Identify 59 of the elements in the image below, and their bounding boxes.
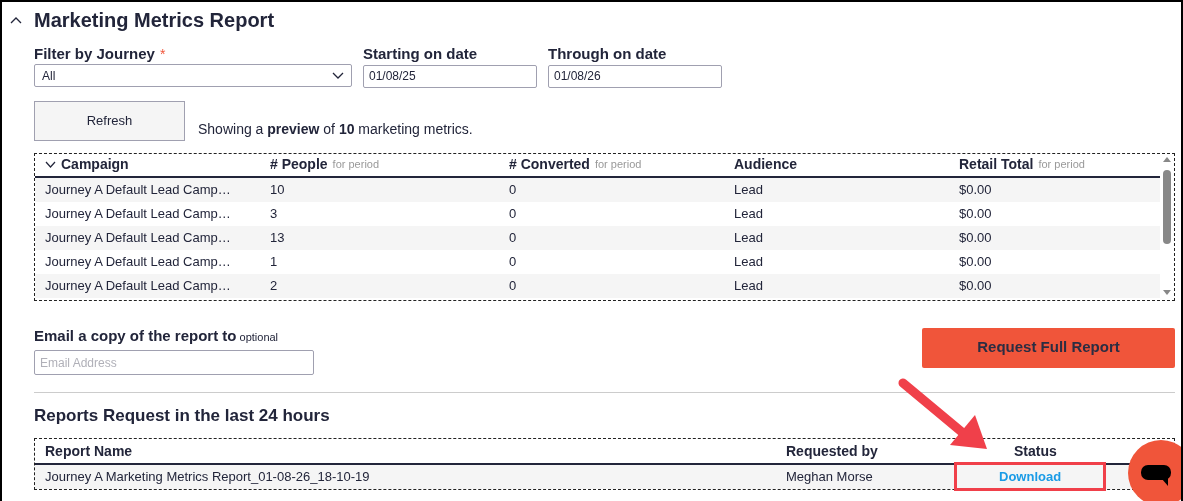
- column-header[interactable]: Campaign: [61, 154, 129, 175]
- column-header[interactable]: # People: [270, 154, 328, 175]
- column-header: Report Name: [45, 442, 133, 459]
- date-field[interactable]: 01/08/25: [363, 64, 537, 88]
- refresh-button[interactable]: Refresh: [34, 100, 185, 141]
- table-cell-text: $0.00: [958, 204, 993, 223]
- field-label: Through on date: [548, 44, 667, 63]
- table-cell-text: Journey A Marketing Metrics Report_01-08-26_18-10-19: [44, 467, 371, 486]
- preview-summary: Showing a preview of 10 marketing metrics.: [198, 119, 473, 139]
- section-title: Marketing Metrics Report: [34, 10, 275, 30]
- table-cell-text: Journey A Default Lead Camp…: [44, 180, 232, 199]
- table-cell-text: Lead: [733, 204, 764, 223]
- table-cell-text: 2: [269, 276, 279, 295]
- scroll-up-icon[interactable]: [1163, 156, 1171, 162]
- chevron-down-icon: [332, 72, 344, 79]
- scrollbar-thumb[interactable]: [1163, 169, 1171, 244]
- table-cell-text: 13: [269, 228, 286, 247]
- table-cell-text: $0.00: [958, 180, 993, 199]
- sort-chevron-icon[interactable]: [45, 161, 56, 168]
- scroll-down-icon[interactable]: [1163, 289, 1171, 295]
- table-cell-text: Lead: [733, 252, 764, 271]
- email-field[interactable]: Email Address: [34, 350, 314, 375]
- column-header: Status: [1014, 442, 1057, 459]
- column-hint: for period: [1038, 157, 1085, 173]
- table-cell-text: Journey A Default Lead Camp…: [44, 252, 232, 271]
- table-cell-text: Lead: [733, 276, 764, 295]
- table-cell-text: Journey A Default Lead Camp…: [44, 204, 232, 223]
- required-marker: *: [159, 45, 166, 63]
- table-cell-text: Lead: [733, 228, 764, 247]
- date-field[interactable]: 01/08/26: [548, 64, 722, 88]
- table-cell-text: 0: [508, 228, 518, 247]
- table-cell-text: 1: [269, 252, 279, 271]
- request-full-report-button[interactable]: Request Full Report: [922, 327, 1175, 368]
- table-cell-text: 0: [508, 276, 518, 295]
- field-label: Filter by Journey: [34, 44, 155, 63]
- column-header: Requested by: [786, 442, 878, 459]
- journey-dropdown[interactable]: All: [34, 64, 352, 87]
- table-cell-text: 0: [508, 180, 518, 199]
- table-cell-text: $0.00: [958, 252, 993, 271]
- field-hint: optional: [239, 329, 279, 345]
- field-label: Email a copy of the report to: [34, 325, 237, 346]
- table-cell-text: $0.00: [958, 228, 993, 247]
- collapse-icon[interactable]: [10, 16, 22, 24]
- column-hint: for period: [594, 157, 642, 173]
- table-cell-text: 10: [269, 180, 286, 199]
- table-cell-text: $0.00: [958, 276, 993, 295]
- section-heading: Reports Request in the last 24 hours: [33, 405, 331, 427]
- table-cell-text: Lead: [733, 180, 764, 199]
- column-header[interactable]: Audience: [734, 154, 797, 175]
- table-cell-text: Journey A Default Lead Camp…: [44, 228, 232, 247]
- field-label: Starting on date: [363, 44, 478, 63]
- table-cell-text: 3: [269, 204, 279, 223]
- column-hint: for period: [332, 157, 380, 173]
- chat-bubble-button[interactable]: [1128, 440, 1181, 501]
- column-header[interactable]: # Converted: [509, 154, 590, 175]
- table-cell-text: 0: [508, 252, 518, 271]
- column-header[interactable]: Retail Total: [959, 154, 1034, 175]
- table-cell-text: 0: [508, 204, 518, 223]
- table-cell-text: Journey A Default Lead Camp…: [44, 276, 232, 295]
